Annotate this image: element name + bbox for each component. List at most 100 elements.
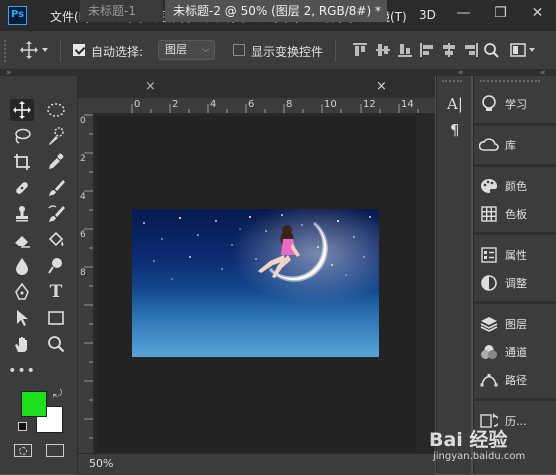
panel-layers[interactable]: 图层 <box>478 313 550 335</box>
paint-bucket-tool[interactable] <box>44 229 68 251</box>
night-sky-artwork <box>132 209 379 357</box>
zoom-level[interactable]: 50% <box>89 457 113 470</box>
panel-group-divider <box>474 232 556 235</box>
eraser-tool[interactable] <box>10 229 34 251</box>
move-tool-preset-icon[interactable] <box>20 41 50 62</box>
screen-mode-icon[interactable] <box>46 444 64 457</box>
crop-tool[interactable] <box>10 151 34 173</box>
moon-girl-image-layer[interactable] <box>132 209 379 357</box>
panel-group-divider <box>474 398 556 401</box>
adjustments-icon <box>481 275 497 291</box>
quick-selection-tool[interactable] <box>44 125 68 147</box>
align-horizontal-center-icon[interactable] <box>441 42 457 58</box>
ruler-tick-label: 2 <box>80 154 86 164</box>
options-divider <box>60 40 61 62</box>
align-vertical-center-icon[interactable] <box>375 42 391 58</box>
path-selection-tool[interactable] <box>10 307 34 329</box>
eyedropper-tool[interactable] <box>44 151 68 173</box>
crop-icon <box>14 154 30 170</box>
foreground-color-swatch[interactable] <box>21 391 47 417</box>
bandage-icon <box>16 182 28 194</box>
menu-3d[interactable]: 3D( <box>419 8 437 22</box>
auto-select-target-value: 图层 <box>165 43 187 56</box>
ruler-tick-label: 0 <box>134 99 141 110</box>
ruler-tick-label: 2 <box>172 99 179 110</box>
panel-group-divider <box>474 301 556 304</box>
ruler-tick-label: 12 <box>363 99 376 110</box>
marquee-tool[interactable] <box>44 99 68 121</box>
search-icon[interactable] <box>483 42 499 58</box>
auto-select-checkbox[interactable] <box>73 44 85 56</box>
close-window-button[interactable]: ✕ <box>519 0 556 28</box>
default-colors-icon[interactable] <box>18 422 27 431</box>
clone-stamp-tool[interactable] <box>10 203 34 225</box>
align-right-icon[interactable] <box>463 42 479 58</box>
options-divider <box>335 40 336 62</box>
paragraph-panel-icon[interactable]: ¶ <box>450 121 460 139</box>
stamp-icon <box>16 206 28 222</box>
ellipse-marquee-icon <box>47 103 65 117</box>
blur-tool[interactable] <box>10 255 34 277</box>
dock-grip[interactable] <box>442 80 462 86</box>
minimize-button[interactable]: — <box>445 0 482 28</box>
options-grip[interactable] <box>4 40 11 62</box>
show-transform-checkbox[interactable] <box>233 44 245 56</box>
swap-colors-icon[interactable]: ⤾ <box>53 387 62 401</box>
dodge-tool[interactable] <box>44 255 68 277</box>
toolbar-header <box>0 78 38 96</box>
type-tool[interactable]: T <box>44 281 68 303</box>
auto-select-target-dropdown[interactable]: 图层 ⌵ <box>158 40 215 60</box>
panel-swatches[interactable]: 色板 <box>478 203 550 225</box>
show-transform-label: 显示变换控件 <box>251 45 324 59</box>
close-tab-icon[interactable]: × <box>145 79 156 94</box>
lasso-icon <box>15 128 31 144</box>
panel-paths[interactable]: 路径 <box>478 369 550 391</box>
ruler-tick-label: 4 <box>80 192 86 202</box>
ruler-tick-label: 6 <box>80 230 86 240</box>
paths-icon <box>480 374 498 387</box>
workspace-switcher-icon[interactable] <box>510 43 536 57</box>
brush-tool[interactable] <box>44 177 68 199</box>
vertical-ruler[interactable]: 0 2 4 6 8 <box>78 113 94 453</box>
lasso-tool[interactable] <box>10 125 34 147</box>
move-icon <box>13 101 31 119</box>
rectangle-icon <box>48 311 64 325</box>
align-bottom-icon[interactable] <box>397 42 413 58</box>
tab-document-2[interactable]: 未标题-2 @ 50% (图层 2, RGB/8#) * <box>165 0 387 22</box>
move-tool[interactable] <box>10 99 34 121</box>
zoom-tool[interactable] <box>44 333 68 355</box>
rectangle-tool[interactable] <box>44 307 68 329</box>
panel-properties[interactable]: 属性 <box>478 244 550 266</box>
character-panel-icon[interactable]: A| <box>447 95 463 113</box>
ruler-tick-label: 8 <box>286 99 293 110</box>
more-icon: ••• <box>8 363 36 379</box>
eyedropper-icon <box>49 153 64 169</box>
tab-document-1[interactable]: 未标题-1 <box>80 0 163 22</box>
ruler-tick-label: 0 <box>80 116 86 126</box>
align-left-icon[interactable] <box>419 42 435 58</box>
panel-label: 调整 <box>505 277 527 290</box>
dock-grip[interactable] <box>480 80 540 86</box>
history-brush-tool[interactable] <box>44 203 68 225</box>
panel-channels[interactable]: 通道 <box>478 341 550 363</box>
restore-button[interactable]: ❐ <box>482 0 519 28</box>
edit-toolbar-button[interactable]: ••• <box>8 360 36 382</box>
tab-label: 未标题-2 @ 50% (图层 2, RGB/8#) * <box>173 4 381 18</box>
align-top-icon[interactable] <box>352 42 368 58</box>
healing-brush-tool[interactable] <box>10 177 34 199</box>
chevron-down-icon: ⌵ <box>202 45 209 55</box>
panel-adjustments[interactable]: 调整 <box>478 272 550 294</box>
hand-tool[interactable] <box>10 333 34 355</box>
pen-tool[interactable] <box>10 281 34 303</box>
panel-collapse-strip <box>0 69 556 76</box>
pen-icon <box>15 283 29 300</box>
panel-libraries[interactable]: 库 <box>478 134 550 156</box>
horizontal-ruler[interactable]: 0 2 4 6 8 10 12 14 <box>93 98 435 114</box>
close-tab-icon[interactable]: × <box>376 79 387 94</box>
panel-learn[interactable]: 学习 <box>478 93 550 115</box>
swatches-grid-icon <box>481 206 497 222</box>
ruler-origin[interactable] <box>78 98 93 113</box>
quick-mask-icon[interactable] <box>14 444 32 457</box>
ruler-tick-label: 6 <box>248 99 255 110</box>
panel-color[interactable]: 颜色 <box>478 175 550 197</box>
